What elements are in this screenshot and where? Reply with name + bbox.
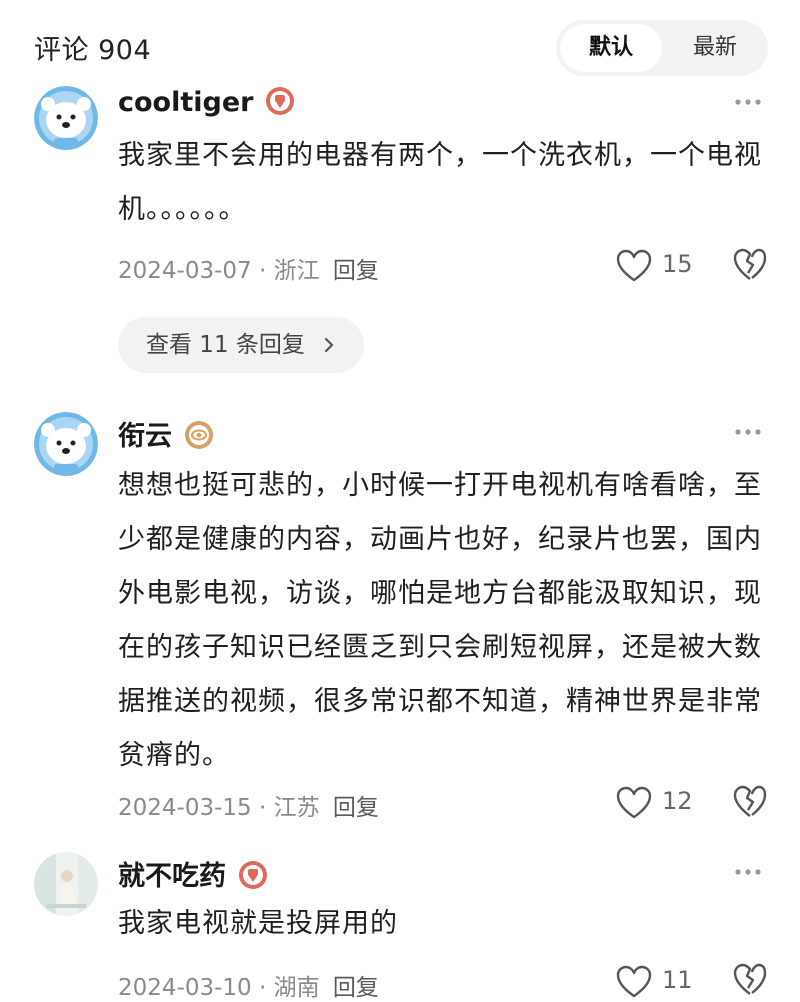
comment-meta: 2024-03-15 · 江苏 回复	[118, 788, 379, 822]
like-count: 11	[662, 966, 693, 994]
comment-meta: 2024-03-07 · 浙江 回复	[118, 251, 379, 285]
like-button[interactable]: 11	[616, 962, 716, 1002]
heart-icon	[616, 786, 652, 819]
avatar[interactable]	[34, 86, 98, 150]
broken-heart-icon[interactable]	[733, 785, 767, 819]
reply-button[interactable]: 回复	[333, 975, 379, 1001]
heart-icon	[616, 965, 652, 998]
comment-date: 2024-03-15	[118, 795, 252, 821]
author-name-text: 就不吃药	[118, 861, 226, 892]
like-count: 15	[662, 250, 693, 278]
more-options-icon[interactable]	[734, 862, 762, 882]
author-name-text: cooltiger	[118, 87, 254, 118]
like-button[interactable]: 15	[616, 246, 716, 286]
meta-separator: ·	[258, 795, 267, 821]
author-name[interactable]: cooltiger	[118, 86, 295, 118]
chevron-right-icon	[325, 337, 334, 353]
comment-text: 想想也挺可悲的，小时候一打开电视机有啥看啥，至少都是健康的内容，动画片也好，纪录…	[118, 470, 762, 771]
author-name[interactable]: 衔云	[118, 414, 214, 453]
sort-toggle: 默认 最新	[556, 20, 768, 76]
comment-text: 我家里不会用的电器有两个，一个洗衣机，一个电视机。。。。。。	[118, 140, 762, 225]
meta-separator: ·	[258, 975, 267, 1001]
avatar[interactable]	[34, 412, 98, 476]
comment-date: 2024-03-10	[118, 975, 252, 1001]
eye-badge-icon	[185, 421, 213, 449]
more-options-icon[interactable]	[734, 422, 762, 442]
avatar[interactable]	[34, 852, 98, 916]
comments-count-title: 评论 904	[34, 35, 152, 66]
heart-icon	[616, 249, 652, 282]
comment-text: 我家电视就是投屏用的	[118, 908, 398, 939]
bear-avatar-icon	[34, 412, 98, 476]
author-name[interactable]: 就不吃药	[118, 854, 268, 893]
like-count: 12	[662, 787, 693, 815]
author-name-text: 衔云	[118, 421, 172, 452]
photo-avatar-icon	[34, 852, 98, 916]
sort-latest-tab[interactable]: 最新	[666, 24, 764, 72]
reply-button[interactable]: 回复	[333, 795, 379, 821]
reply-button[interactable]: 回复	[333, 258, 379, 284]
more-options-icon[interactable]	[734, 92, 762, 112]
view-replies-label: 查看 11 条回复	[146, 332, 305, 358]
bear-avatar-icon	[34, 86, 98, 150]
broken-heart-icon[interactable]	[733, 963, 767, 997]
comments-header: 评论 904 默认 最新	[0, 0, 800, 90]
comment-location: 江苏	[273, 795, 320, 821]
medal-badge-icon	[266, 87, 295, 115]
meta-separator: ·	[258, 258, 267, 284]
comment-location: 湖南	[273, 975, 320, 1001]
like-button[interactable]: 12	[616, 783, 716, 823]
view-replies-button[interactable]: 查看 11 条回复	[118, 317, 365, 373]
comment-meta: 2024-03-10 · 湖南 回复	[118, 968, 379, 1002]
medal-badge-icon	[239, 861, 267, 889]
comment-date: 2024-03-07	[118, 258, 252, 284]
sort-default-tab[interactable]: 默认	[560, 24, 662, 72]
comment-location: 浙江	[273, 258, 320, 284]
broken-heart-icon[interactable]	[733, 248, 767, 282]
